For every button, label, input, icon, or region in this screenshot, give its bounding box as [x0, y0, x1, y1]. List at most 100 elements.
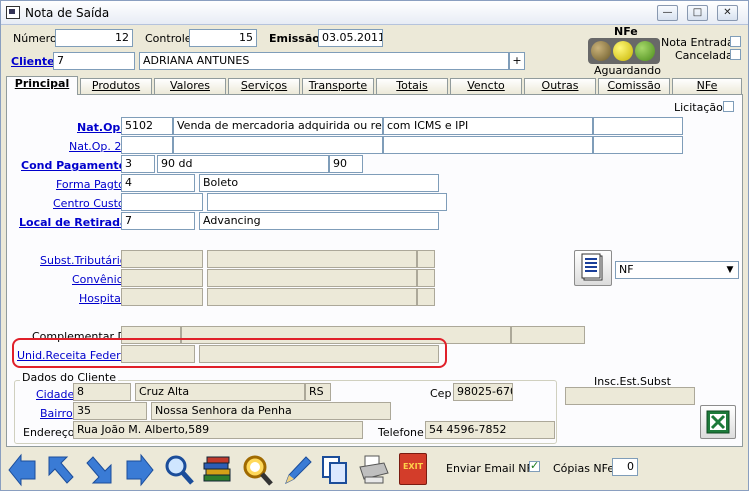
insc-est-subst-field[interactable] [565, 387, 695, 405]
first-record-arrow-icon[interactable] [7, 453, 39, 487]
natop-extra-field[interactable] [593, 117, 683, 135]
localretirada-link[interactable]: Local de Retirada [19, 216, 127, 229]
natop-link[interactable]: Nat.Op. [77, 121, 124, 134]
close-button[interactable]: ✕ [717, 5, 738, 21]
localretirada-desc-field[interactable]: Advancing [199, 212, 439, 230]
previous-record-arrow-icon[interactable] [43, 453, 75, 487]
search-icon[interactable] [163, 453, 195, 487]
natop2-link[interactable]: Nat.Op. 2 [69, 140, 121, 153]
checkmark-icon: ✓ [530, 459, 540, 472]
excel-export-button[interactable] [700, 405, 736, 439]
printer-icon[interactable] [357, 453, 389, 487]
endereco-field[interactable]: Rua João M. Alberto,589 [73, 421, 363, 439]
chevron-down-icon[interactable]: ▼ [723, 263, 737, 277]
endereco-label: Endereço [23, 426, 75, 439]
books-icon[interactable] [201, 453, 233, 487]
nf-type-select[interactable]: NF ▼ [615, 261, 739, 279]
condpag-desc-field[interactable]: 90 dd [157, 155, 329, 173]
principal-panel: Licitação Nat.Op. 5102 Venda de mercador… [6, 94, 743, 447]
enviar-email-checkbox[interactable]: ✓ [529, 459, 540, 472]
cancelada-checkbox[interactable] [730, 49, 741, 60]
subst-code-field[interactable] [121, 250, 203, 268]
maximize-button[interactable]: □ [687, 5, 708, 21]
convenio-code-field[interactable] [121, 269, 203, 287]
centrocusto-code-field[interactable] [121, 193, 203, 211]
tab-totais[interactable]: Totais [376, 78, 448, 94]
document-icon [581, 253, 603, 281]
convenio-desc-field[interactable] [207, 269, 417, 287]
natop-desc2-field[interactable]: com ICMS e IPI [383, 117, 593, 135]
natop2-desc-field[interactable] [173, 136, 383, 154]
copias-field[interactable]: 0 [612, 458, 638, 476]
natop2-desc2-field[interactable] [383, 136, 593, 154]
telefone-field[interactable]: 54 4596-7852 [425, 421, 555, 439]
hospital-extra-field[interactable] [417, 288, 435, 306]
next-record-arrow-icon[interactable] [85, 453, 117, 487]
unid-code-field[interactable] [121, 345, 195, 363]
telefone-label: Telefone [378, 426, 424, 439]
condpag-code-field[interactable]: 3 [121, 155, 155, 173]
formapagto-desc-field[interactable]: Boleto [199, 174, 439, 192]
numero-label: Número [13, 32, 57, 45]
natop2-extra-field[interactable] [593, 136, 683, 154]
tab-valores[interactable]: Valores [154, 78, 226, 94]
condpag-link[interactable]: Cond Pagamento [21, 159, 126, 172]
bairro-name-field[interactable]: Nossa Senhora da Penha [151, 402, 391, 420]
numero-field[interactable]: 12 [55, 29, 133, 47]
excel-icon [706, 410, 730, 434]
cidade-code-field[interactable]: 8 [73, 383, 131, 401]
subst-desc-field[interactable] [207, 250, 417, 268]
natop-code-field[interactable]: 5102 [121, 117, 173, 135]
cidade-link[interactable]: Cidade [36, 388, 74, 401]
tab-produtos[interactable]: Produtos [80, 78, 152, 94]
subst-link[interactable]: Subst.Tributário [40, 254, 126, 267]
cep-field[interactable]: 98025-670 [453, 383, 513, 401]
tab-principal[interactable]: Principal [6, 76, 78, 95]
convenio-extra-field[interactable] [417, 269, 435, 287]
tab-outras[interactable]: Outras [524, 78, 596, 94]
condpag-days-field[interactable]: 90 [329, 155, 363, 173]
document-print-button[interactable] [574, 250, 612, 286]
formapagto-link[interactable]: Forma Pagto [56, 178, 125, 191]
cliente-link[interactable]: Cliente [11, 55, 55, 68]
status-light-icon [591, 41, 611, 61]
complementar-extra-field[interactable] [511, 326, 585, 344]
cliente-code-field[interactable]: 7 [53, 52, 135, 70]
licitacao-label: Licitação [674, 101, 723, 114]
localretirada-code-field[interactable]: 7 [121, 212, 195, 230]
tab-vencto[interactable]: Vencto [450, 78, 522, 94]
centrocusto-link[interactable]: Centro Custo [53, 197, 125, 210]
minimize-button[interactable]: — [657, 5, 678, 21]
unid-desc-field[interactable] [199, 345, 439, 363]
exit-button[interactable]: EXIT [399, 453, 427, 485]
uf-field[interactable]: RS [305, 383, 331, 401]
exit-label: EXIT [402, 462, 424, 471]
convenio-link[interactable]: Convênio [72, 273, 123, 286]
controle-field[interactable]: 15 [189, 29, 257, 47]
hospital-link[interactable]: Hospital [79, 292, 124, 305]
bairro-code-field[interactable]: 35 [73, 402, 147, 420]
tab-nfe[interactable]: NFe [672, 78, 742, 94]
tab-transporte[interactable]: Transporte [302, 78, 374, 94]
hospital-desc-field[interactable] [207, 288, 417, 306]
natop2-code-field[interactable] [121, 136, 173, 154]
bairro-link[interactable]: Bairro [40, 407, 73, 420]
cidade-name-field[interactable]: Cruz Alta [135, 383, 305, 401]
zoom-icon[interactable] [241, 453, 273, 487]
centrocusto-desc-field[interactable] [207, 193, 447, 211]
tab-servicos[interactable]: Serviços [228, 78, 300, 94]
tab-comissao[interactable]: Comissão [598, 78, 670, 94]
pencil-edit-icon[interactable] [281, 453, 313, 487]
unid-receita-link[interactable]: Unid.Receita Federal [17, 349, 130, 362]
emissao-field[interactable]: 03.05.2011 [318, 29, 383, 47]
cliente-add-button[interactable]: + [509, 52, 525, 70]
subst-extra-field[interactable] [417, 250, 435, 268]
natop-desc-field[interactable]: Venda de mercadoria adquirida ou recebid… [173, 117, 383, 135]
copy-documents-icon[interactable] [319, 453, 351, 487]
cliente-name-field[interactable]: ADRIANA ANTUNES [139, 52, 509, 70]
licitacao-checkbox[interactable] [723, 101, 734, 112]
formapagto-code-field[interactable]: 4 [121, 174, 195, 192]
last-record-arrow-icon[interactable] [123, 453, 155, 487]
nota-entrada-checkbox[interactable] [730, 36, 741, 47]
hospital-code-field[interactable] [121, 288, 203, 306]
